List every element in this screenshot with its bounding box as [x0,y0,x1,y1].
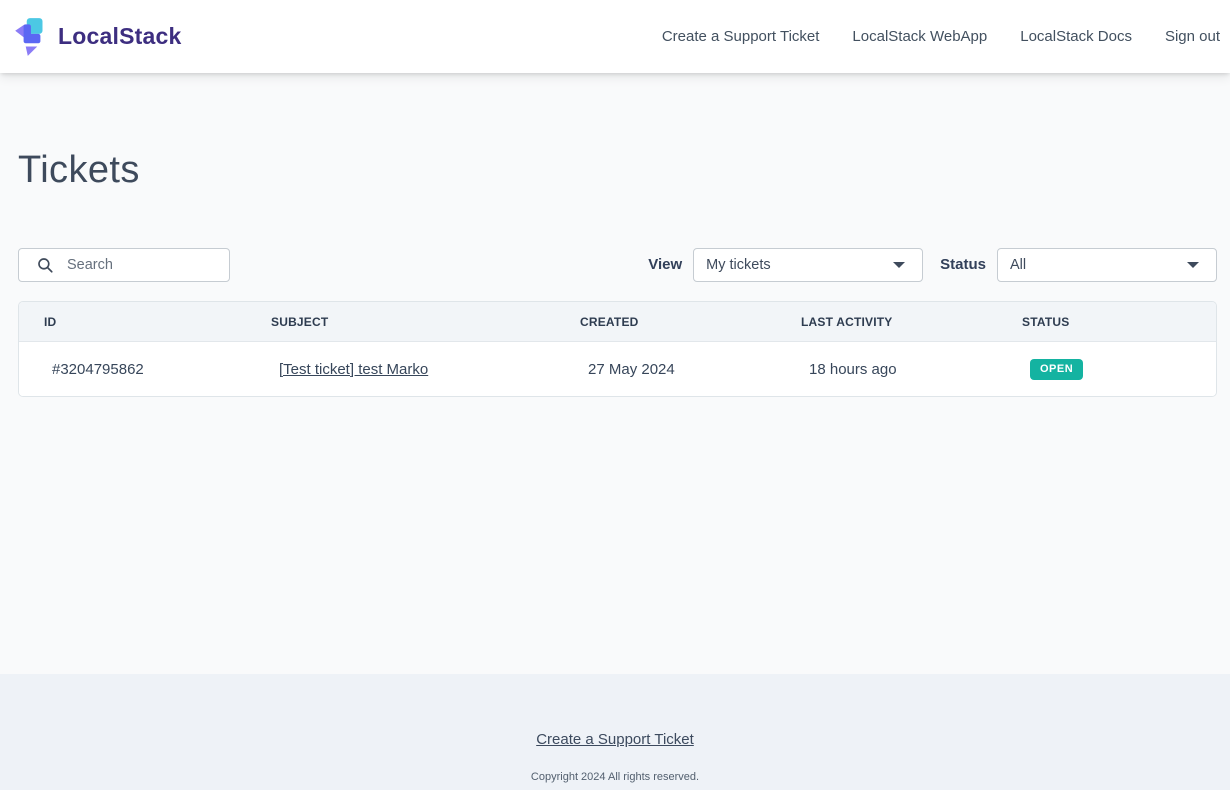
nav-sign-out[interactable]: Sign out [1165,28,1220,45]
view-select[interactable]: My tickets [693,248,923,282]
table-header-row: ID SUBJECT CREATED LAST ACTIVITY STATUS [19,302,1216,342]
ticket-id: #3204795862 [19,342,246,396]
ticket-created: 27 May 2024 [555,342,776,396]
chevron-down-icon [1187,262,1199,268]
tickets-table: ID SUBJECT CREATED LAST ACTIVITY STATUS … [18,301,1217,397]
filters: View My tickets Status All [648,248,1217,282]
ticket-last-activity: 18 hours ago [776,342,997,396]
footer-create-support-ticket-link[interactable]: Create a Support Ticket [536,731,694,748]
column-header-created: CREATED [555,302,776,342]
view-select-value: My tickets [706,257,770,273]
status-badge: OPEN [1030,359,1083,380]
main-content: Tickets View My tickets Status All [0,73,1230,674]
top-nav: Create a Support Ticket LocalStack WebAp… [662,28,1220,45]
localstack-logo: LocalStack [14,16,181,58]
table-row: #3204795862 [Test ticket] test Marko 27 … [19,342,1216,396]
nav-localstack-docs[interactable]: LocalStack Docs [1020,28,1132,45]
status-select-value: All [1010,257,1026,273]
column-header-status: STATUS [997,302,1216,342]
localstack-logo-icon [14,16,50,58]
page-title: Tickets [18,151,1217,191]
search-box[interactable] [18,248,230,282]
column-header-id: ID [19,302,246,342]
column-header-subject: SUBJECT [246,302,555,342]
ticket-subject-link[interactable]: [Test ticket] test Marko [279,361,428,378]
chevron-down-icon [893,262,905,268]
nav-create-support-ticket[interactable]: Create a Support Ticket [662,28,820,45]
search-icon [36,256,54,274]
view-filter-label: View [648,256,682,273]
footer: Create a Support Ticket Copyright 2024 A… [0,674,1230,790]
app-bar: LocalStack Create a Support Ticket Local… [0,0,1230,73]
status-filter-label: Status [940,256,986,273]
status-select[interactable]: All [997,248,1217,282]
search-input[interactable] [65,256,221,274]
brand-name: LocalStack [58,23,181,50]
copyright-text: Copyright 2024 All rights reserved. [0,771,1230,783]
toolbar: View My tickets Status All [18,248,1217,282]
nav-localstack-webapp[interactable]: LocalStack WebApp [852,28,987,45]
column-header-last-activity: LAST ACTIVITY [776,302,997,342]
